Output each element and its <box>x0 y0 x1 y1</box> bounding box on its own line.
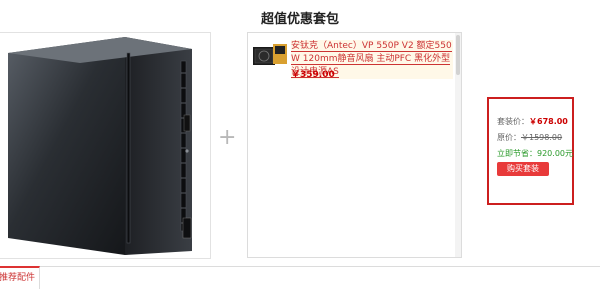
savings-label: 立即节省： <box>497 149 537 158</box>
section-title: 超值优惠套包 <box>260 12 339 27</box>
original-price-row: 原价：￥1598.00 <box>497 132 562 143</box>
tab-recommended-accessories[interactable]: 推荐配件 <box>0 266 40 289</box>
accessory-scrollbar[interactable] <box>455 33 461 257</box>
bundle-price-label: 套装价： <box>497 117 529 126</box>
main-product-image[interactable] <box>0 32 211 259</box>
accessory-price: ￥359.00 <box>291 70 335 80</box>
savings-row: 立即节省：920.00元 <box>497 148 573 159</box>
bundle-price-row: 套装价：￥678.00 <box>497 116 568 127</box>
bundle-price-value: ￥678.00 <box>529 117 568 126</box>
bundle-summary: 套装价：￥678.00 原价：￥1598.00 立即节省：920.00元 购买套… <box>487 97 574 205</box>
pc-case-icon <box>8 37 192 255</box>
original-price-label: 原价： <box>497 133 521 142</box>
accessory-list: 安钛克（Antec）VP 550P V2 额定550W 120mm静音风扇 主动… <box>247 32 462 258</box>
original-price-value: ￥1598.00 <box>521 133 563 142</box>
plus-icon: + <box>218 125 237 150</box>
tab-bar: 推荐配件 <box>0 266 600 289</box>
scrollbar-thumb[interactable] <box>456 35 460 75</box>
savings-value: 920.00元 <box>537 149 573 158</box>
power-supply-icon <box>253 44 287 65</box>
buy-bundle-button[interactable]: 购买套装 <box>497 162 549 176</box>
